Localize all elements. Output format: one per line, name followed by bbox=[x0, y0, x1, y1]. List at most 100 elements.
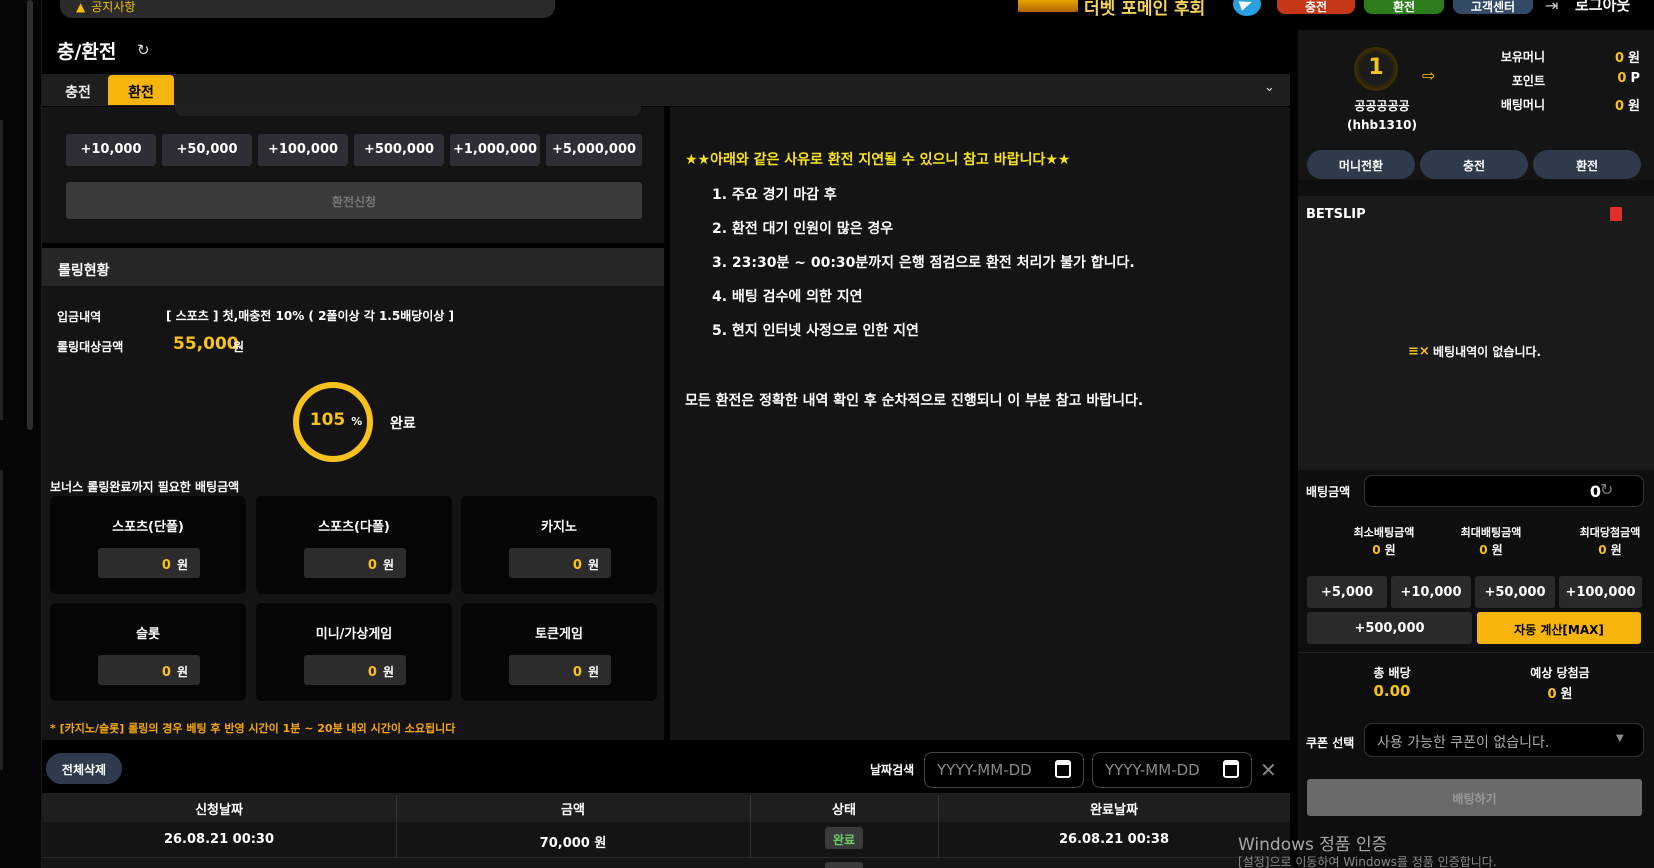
bonus-card-mini-virtual: 미니/가상게임 0원 bbox=[256, 603, 452, 701]
amount-button-1000000[interactable]: +1,000,000 bbox=[450, 134, 540, 166]
max-win-label: 최대당첨금액 bbox=[1579, 526, 1641, 539]
info-item: 2. 환전 대기 인원이 많은 경우 bbox=[712, 221, 894, 237]
deposit-history-label: 입금내역 bbox=[57, 310, 102, 324]
empty-list-icon: ≡× bbox=[1408, 344, 1430, 359]
column-divider bbox=[396, 795, 397, 865]
min-bet-label: 최소배팅금액 bbox=[1353, 526, 1415, 539]
bet-money-value: 0원 bbox=[1600, 95, 1640, 114]
coupon-label: 쿠폰 선택 bbox=[1306, 736, 1355, 750]
currency-unit: 원 bbox=[382, 665, 394, 679]
logout-link[interactable]: 로그아웃 bbox=[1575, 0, 1630, 15]
top-withdraw-button[interactable]: 환전 bbox=[1364, 0, 1444, 14]
bonus-card-value-box: 0원 bbox=[509, 548, 611, 578]
balance-label: 보유머니 bbox=[1500, 50, 1545, 64]
amount-button-500000[interactable]: +500,000 bbox=[354, 134, 444, 166]
balance-amount: 0 bbox=[1614, 51, 1625, 66]
bonus-card-name: 카지노 bbox=[541, 520, 577, 535]
windows-activation-title: Windows 정품 인증 bbox=[1238, 835, 1388, 855]
sidebar-deposit-button[interactable]: 충전 bbox=[1420, 150, 1528, 179]
currency-unit: 원 bbox=[1491, 543, 1503, 557]
progress-percent-value: 105 bbox=[309, 410, 346, 430]
info-item: 4. 배팅 검수에 의한 지연 bbox=[712, 289, 863, 305]
telegram-icon[interactable] bbox=[1233, 0, 1261, 16]
money-transfer-button[interactable]: 머니전환 bbox=[1307, 150, 1415, 179]
balance-value: 0원 bbox=[1600, 47, 1640, 66]
promo-text: 더벳 포메인 후회 bbox=[1084, 0, 1206, 19]
currency-unit: 원 bbox=[1610, 543, 1622, 557]
currency-unit: 원 bbox=[587, 665, 599, 679]
refresh-icon[interactable]: ↻ bbox=[1600, 480, 1613, 499]
quick-bet-10000[interactable]: +10,000 bbox=[1391, 576, 1471, 608]
notice-label: 공지사항 bbox=[91, 0, 136, 14]
quick-bet-500000[interactable]: +500,000 bbox=[1307, 612, 1472, 644]
column-header-status: 상태 bbox=[832, 803, 856, 818]
currency-unit: 원 bbox=[587, 558, 599, 572]
bonus-card-sports-multi: 스포츠(다폴) 0원 bbox=[256, 496, 452, 594]
refresh-icon[interactable]: ↻ bbox=[137, 41, 150, 59]
calendar-icon[interactable] bbox=[1223, 760, 1239, 778]
max-bet-label: 최대배팅금액 bbox=[1460, 526, 1522, 539]
transfer-icon[interactable]: ⇨ bbox=[1422, 66, 1435, 85]
quick-bet-50000[interactable]: +50,000 bbox=[1475, 576, 1555, 608]
sidebar-withdraw-button[interactable]: 환전 bbox=[1533, 150, 1641, 179]
deposit-history-value: [ 스포츠 ] 첫,매충전 10% ( 2폴이상 각 1.5배당이상 ] bbox=[166, 309, 455, 323]
top-support-button[interactable]: 고객센터 bbox=[1453, 0, 1533, 14]
page-title: 충/환전 bbox=[57, 41, 117, 63]
place-bet-button[interactable]: 배팅하기 bbox=[1307, 779, 1642, 816]
chevron-down-icon[interactable]: ⌄ bbox=[1264, 80, 1275, 95]
bonus-card-value-box: 0원 bbox=[98, 548, 200, 578]
max-win-value: 0원 bbox=[1560, 541, 1654, 558]
trash-icon[interactable] bbox=[1610, 207, 1622, 221]
bonus-card-value-box: 0원 bbox=[304, 655, 406, 685]
left-edge-strip bbox=[0, 0, 42, 868]
point-amount: 0 bbox=[1617, 71, 1627, 86]
top-deposit-button[interactable]: 충전 bbox=[1277, 0, 1355, 14]
user-id: (hhb1310) bbox=[1346, 118, 1418, 132]
rolling-header: 롤링현황 bbox=[42, 248, 664, 286]
currency-unit: 원 bbox=[1628, 99, 1640, 114]
calendar-icon[interactable] bbox=[1055, 760, 1071, 778]
quick-bet-5000[interactable]: +5,000 bbox=[1307, 576, 1387, 608]
warning-icon: ▲ bbox=[76, 0, 86, 14]
amount-button-100000[interactable]: +100,000 bbox=[258, 134, 348, 166]
tab-deposit[interactable]: 충전 bbox=[48, 75, 108, 105]
bonus-card-value: 0 bbox=[572, 665, 582, 680]
total-odds-value: 0.00 bbox=[1373, 682, 1411, 700]
info-footer: 모든 환전은 정확한 내역 확인 후 순차적으로 진행되니 이 부분 참고 바랍… bbox=[685, 393, 1144, 409]
currency-unit: 원 bbox=[176, 665, 188, 679]
column-header-amount: 금액 bbox=[561, 803, 585, 818]
column-header-requested: 신청날짜 bbox=[195, 803, 243, 818]
status-badge: 완료 bbox=[825, 827, 863, 849]
auto-max-button[interactable]: 자동 계산[MAX] bbox=[1477, 612, 1641, 644]
coupon-select[interactable]: 사용 가능한 쿠폰이 없습니다. bbox=[1364, 723, 1644, 757]
info-item: 1. 주요 경기 마감 후 bbox=[712, 187, 837, 203]
scrollbar[interactable] bbox=[27, 0, 33, 430]
edge-tick bbox=[0, 470, 3, 770]
delete-all-button[interactable]: 전체삭제 bbox=[46, 753, 122, 784]
min-bet-amount: 0 bbox=[1372, 543, 1381, 557]
bet-money-label: 배팅머니 bbox=[1500, 98, 1545, 112]
info-item: 3. 23:30분 ~ 00:30분까지 은행 점검으로 환전 처리가 불가 합… bbox=[712, 255, 1135, 271]
quick-bet-100000[interactable]: +100,000 bbox=[1559, 576, 1642, 608]
notice-bar[interactable]: ▲ 공지사항 bbox=[60, 0, 555, 18]
logout-icon[interactable]: ⇥ bbox=[1545, 0, 1558, 15]
cell-requested-date: 26.08.21 00:30 bbox=[163, 832, 275, 847]
betslip-empty-text: 베팅내역이 없습니다. bbox=[1433, 345, 1542, 359]
windows-activation-subtitle: [설정]으로 이동하여 Windows를 정품 인증합니다. bbox=[1238, 855, 1497, 868]
bonus-card-value-box: 0원 bbox=[98, 655, 200, 685]
close-icon[interactable]: ✕ bbox=[1260, 758, 1277, 782]
bet-amount-label: 배팅금액 bbox=[1306, 485, 1351, 499]
submit-withdraw-button[interactable]: 환전신청 bbox=[66, 182, 642, 219]
amount-button-50000[interactable]: +50,000 bbox=[162, 134, 252, 166]
bonus-card-name: 슬롯 bbox=[136, 627, 160, 642]
bonus-card-slot: 슬롯 0원 bbox=[50, 603, 246, 701]
brand-logo bbox=[1018, 0, 1078, 12]
withdraw-amount-input[interactable] bbox=[175, 104, 641, 116]
bonus-card-value: 0 bbox=[161, 558, 171, 573]
amount-button-5000000[interactable]: +5,000,000 bbox=[546, 134, 642, 166]
amount-button-10000[interactable]: +10,000 bbox=[66, 134, 156, 166]
edge-tick bbox=[0, 120, 3, 420]
tab-withdraw[interactable]: 환전 bbox=[108, 75, 174, 105]
bonus-card-name: 미니/가상게임 bbox=[315, 627, 393, 642]
bonus-card-value: 0 bbox=[367, 665, 377, 680]
